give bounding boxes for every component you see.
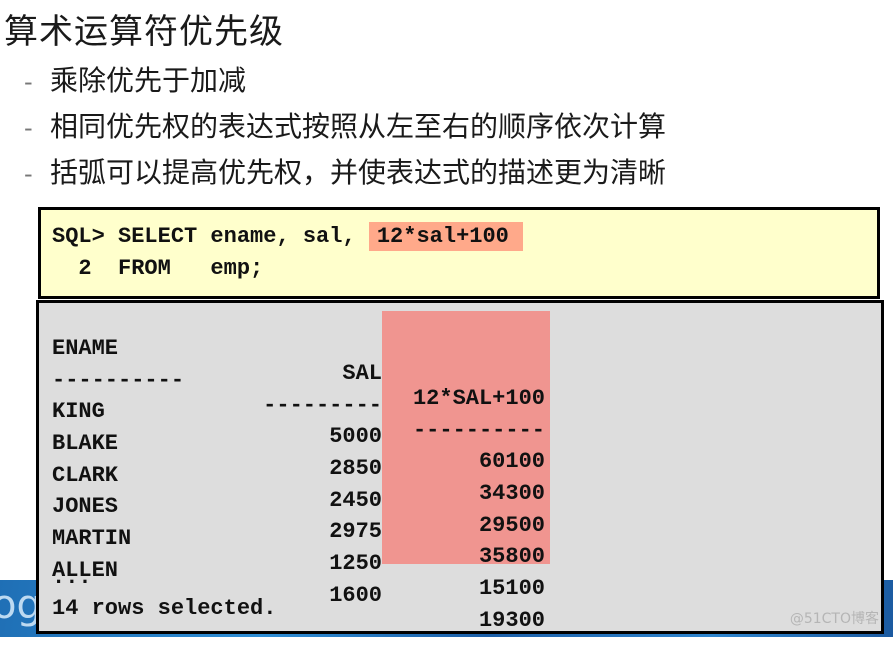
cell-calc: 34300 [478,481,545,506]
table-row: BLAKE 2850 34300 [52,406,545,506]
table-row: ALLEN 1600 19300 [52,533,545,633]
result-footer: 14 rows selected. [52,596,277,621]
query-line-2: 2 FROM emp; [52,256,263,281]
query-from-clause: FROM emp; [118,256,264,281]
cell-calc: 60100 [478,449,545,474]
result-separator-row: ---------- --------- ---------- [52,343,545,443]
table-row: JONES 2975 35800 [52,469,545,569]
bullet-list: - 乘除优先于加减 - 相同优先权的表达式按照从左至右的顺序依次计算 - 括弧可以提高… [24,62,666,200]
line-number: 2 [78,256,92,281]
cell-sal: 5000 [329,424,382,449]
query-result-box: ENAME SAL 12*SAL+100 ---------- --------… [36,300,884,634]
cell-calc: 35800 [478,544,545,569]
table-row: CLARK 2450 29500 [52,438,545,538]
cell-sal: 2975 [329,519,382,544]
watermark: @51CTO博客 [789,611,879,627]
bullet-text: 相同优先权的表达式按照从左至右的顺序依次计算 [50,110,667,143]
cell-sal: 1250 [329,551,382,576]
cell-calc: 15100 [478,576,545,601]
result-header-row: ENAME SAL 12*SAL+100 [52,311,545,411]
query-select-clause: SELECT ename, sal, [118,224,356,249]
cell-calc: 19300 [478,608,545,633]
bullet-item: - 乘除优先于加减 [24,62,666,108]
highlighted-expression: 12*sal+100 [368,222,523,251]
cell-calc: 29500 [478,513,545,538]
sql-prompt: SQL> [52,224,105,249]
cell-sal: 2850 [329,456,382,481]
slide-title: 算术运算符优先级 [4,12,284,52]
sql-query-box: SQL> SELECT ename, sal, 12*sal+100 2 FRO… [38,207,880,299]
header-sal: SAL [342,361,382,386]
query-line-1: SQL> SELECT ename, sal, 12*sal+100 [52,222,523,251]
bullet-dash: - [24,160,33,188]
cell-sal: 2450 [329,488,382,513]
separator: --------- [263,393,382,418]
table-row: KING 5000 60100 [52,374,545,474]
bullet-dash: - [24,114,33,142]
bullet-dash: - [24,68,33,96]
result-ellipsis: ... [52,565,92,590]
bullet-text: 乘除优先于加减 [50,64,247,97]
table-row: MARTIN 1250 15100 [52,501,545,601]
separator: ---------- [412,418,545,443]
bullet-text: 括弧可以提高优先权，并使表达式的描述更为清晰 [50,156,667,189]
bullet-item: - 括弧可以提高优先权，并使表达式的描述更为清晰 [24,154,666,200]
header-calc: 12*SAL+100 [412,386,545,411]
bullet-item: - 相同优先权的表达式按照从左至右的顺序依次计算 [24,108,666,154]
